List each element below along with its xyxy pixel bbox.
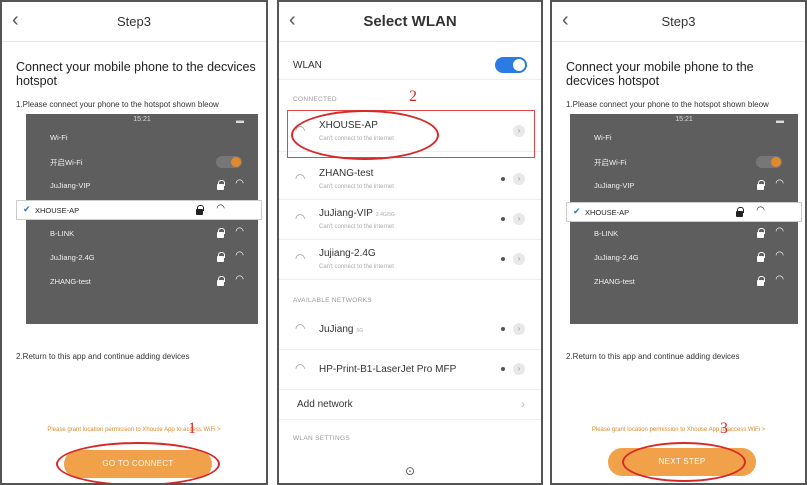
lock-icon: [736, 207, 744, 217]
status-time: 15:21: [675, 116, 693, 123]
wifi-network-row: ZHANG-test ◠: [50, 274, 244, 286]
step3-screen-before: ‹ Step3 Connect your mobile phone to the…: [0, 0, 268, 485]
wifi-network-row: JuJiang-VIP ◠: [594, 178, 784, 190]
lock-icon: [757, 180, 765, 190]
network-item[interactable]: ◠ JuJiang 5G ›: [279, 310, 541, 350]
page-title: Step3: [661, 14, 696, 29]
battery-icon: ▬: [236, 116, 244, 125]
wifi-icon: ◠: [775, 178, 784, 189]
wifi-header-row: Wi-Fi: [594, 133, 612, 142]
instruction-heading: Connect your mobile phone to the decvice…: [566, 60, 754, 88]
wifi-icon: ◠: [775, 226, 784, 237]
wifi-icon: ◠: [235, 274, 244, 285]
status-bar: 15:21 ▬: [26, 114, 258, 126]
wifi-network-row: B-LINK ◠: [50, 226, 244, 238]
wifi-network-row: B-LINK ◠: [594, 226, 784, 238]
select-wlan-screen: ‹ Select WLAN WLAN CONNECTED 2 ◠ XHOUSE-…: [277, 0, 543, 485]
connected-section-header: CONNECTED: [293, 96, 337, 103]
annotation-circle: [622, 442, 746, 482]
wifi-icon: ◠: [295, 361, 306, 375]
wifi-icon: ◠: [295, 321, 306, 335]
status-time: 15:21: [133, 116, 151, 123]
battery-icon: ▬: [776, 116, 784, 125]
wifi-enable-row: 开启Wi-Fi: [26, 152, 258, 172]
instruction-heading: Connect your mobile phone to the decvice…: [16, 60, 256, 88]
wifi-icon: ◠: [775, 250, 784, 261]
secured-dot-icon: [501, 177, 505, 181]
selected-hotspot-row: ✔ XHOUSE-AP ◠: [16, 200, 262, 220]
top-bar: ‹ Step3: [2, 2, 266, 42]
wifi-network-row: ZHANG-test ◠: [594, 274, 784, 286]
add-network-item[interactable]: Add network ›: [279, 390, 541, 420]
lock-icon: [217, 228, 225, 238]
secured-dot-icon: [501, 327, 505, 331]
checkmark-icon: ✔: [23, 204, 31, 214]
wifi-header-row: Wi-Fi: [50, 133, 68, 142]
network-item[interactable]: ◠ Jujiang-2.4G Can't connect to the inte…: [279, 240, 541, 280]
secured-dot-icon: [501, 217, 505, 221]
lock-icon: [217, 180, 225, 190]
info-icon[interactable]: ›: [513, 253, 525, 265]
wifi-network-row: JuJiang-2.4G ◠: [50, 250, 244, 262]
info-icon[interactable]: ›: [513, 173, 525, 185]
wifi-enable-row: 开启Wi-Fi: [570, 152, 798, 172]
annotation-circle: [291, 110, 439, 160]
wifi-icon: ◠: [295, 171, 306, 185]
network-item[interactable]: ◠ JuJiang-VIP 2.4G/5G Can't connect to th…: [279, 200, 541, 240]
wifi-icon: ◠: [235, 250, 244, 261]
wlan-label: WLAN: [293, 60, 322, 71]
wifi-toggle: [756, 156, 782, 168]
top-bar: ‹ Step3: [552, 2, 805, 42]
step-one-text: 1.Please connect your phone to the hotsp…: [16, 100, 219, 109]
lock-icon: [217, 252, 225, 262]
step-one-text: 1.Please connect your phone to the hotsp…: [566, 100, 769, 109]
step-two-text: 2.Return to this app and continue adding…: [16, 352, 190, 361]
wifi-toggle: [216, 156, 242, 168]
wifi-icon: ◠: [295, 251, 306, 265]
page-title: Select WLAN: [363, 13, 457, 30]
wifi-network-row: JuJiang-VIP ◠: [50, 178, 244, 190]
step-two-text: 2.Return to this app and continue adding…: [566, 352, 740, 361]
wifi-icon: ◠: [295, 211, 306, 225]
info-icon[interactable]: ›: [513, 363, 525, 375]
location-permission-link[interactable]: Please grant location permission to Xhou…: [552, 427, 805, 433]
location-permission-link[interactable]: Please grant location permission to Xhou…: [2, 427, 266, 433]
wifi-network-row: JuJiang-2.4G ◠: [594, 250, 784, 262]
secured-dot-icon: [501, 367, 505, 371]
checkmark-icon: ✔: [573, 206, 581, 216]
annotation-number: 3: [720, 420, 728, 437]
wifi-icon: ◠: [775, 274, 784, 285]
page-title: Step3: [117, 14, 151, 29]
settings-icon[interactable]: ⊙: [279, 464, 541, 478]
secured-dot-icon: [501, 257, 505, 261]
selected-hotspot-row: ✔ XHOUSE-AP ◠: [566, 202, 802, 222]
wlan-settings-header: WLAN SETTINGS: [293, 435, 350, 442]
network-item[interactable]: ◠ ZHANG-test Can't connect to the intern…: [279, 160, 541, 200]
lock-icon: [757, 276, 765, 286]
wifi-icon: ◠: [235, 226, 244, 237]
info-icon[interactable]: ›: [513, 213, 525, 225]
lock-icon: [757, 228, 765, 238]
wlan-toggle-row: WLAN: [279, 50, 541, 80]
chevron-right-icon: ›: [521, 397, 525, 411]
wifi-icon: ◠: [756, 205, 765, 216]
top-bar: ‹ Select WLAN: [279, 2, 541, 42]
annotation-number: 2: [409, 88, 417, 105]
wlan-switch[interactable]: [495, 57, 527, 73]
status-bar: 15:21 ▬: [570, 114, 798, 126]
wifi-icon: ◠: [216, 203, 225, 214]
info-icon[interactable]: ›: [513, 323, 525, 335]
available-section-header: AVAILABLE NETWORKS: [293, 297, 372, 304]
lock-icon: [196, 205, 204, 215]
wifi-icon: ◠: [235, 178, 244, 189]
lock-icon: [757, 252, 765, 262]
step3-screen-after: ‹ Step3 Connect your mobile phone to the…: [550, 0, 807, 485]
lock-icon: [217, 276, 225, 286]
annotation-number: 1: [188, 420, 196, 437]
annotation-circle: [56, 442, 220, 483]
network-item[interactable]: ◠ HP-Print-B1-LaserJet Pro MFP ›: [279, 350, 541, 390]
